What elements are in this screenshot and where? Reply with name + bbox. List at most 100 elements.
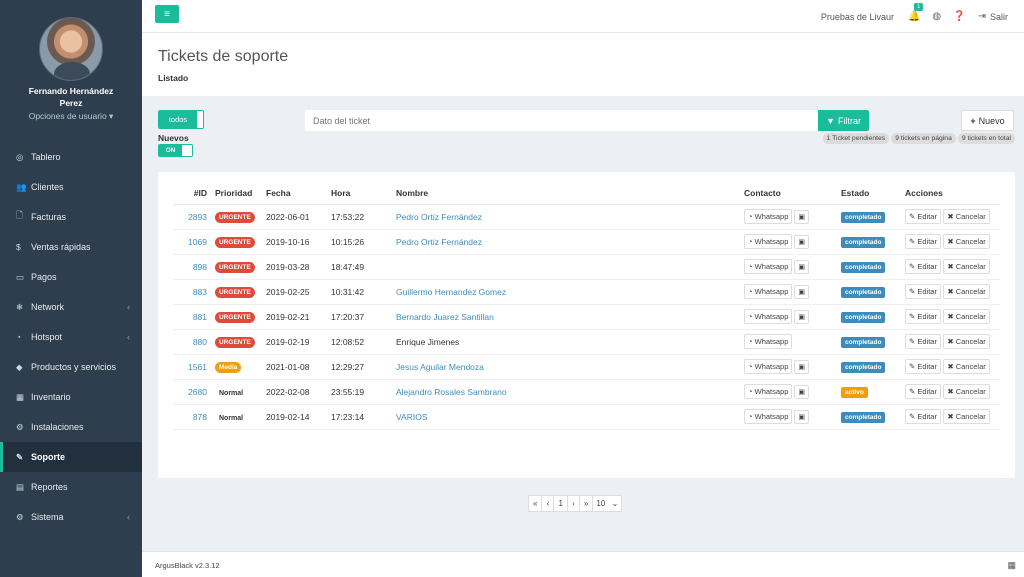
ticket-id-link[interactable]: 880 xyxy=(173,329,215,355)
organization-name[interactable]: Pruebas de Livaur xyxy=(821,12,894,22)
sidebar-item-pagos[interactable]: ▭ Pagos xyxy=(0,262,142,292)
help-icon[interactable]: ❓ xyxy=(953,11,965,22)
sidebar-item-inventario[interactable]: ▦ Inventario xyxy=(0,382,142,412)
id-card-icon[interactable]: ▣ xyxy=(794,385,810,399)
whatsapp-button[interactable]: ◔ Whatsapp xyxy=(744,284,793,299)
cancel-button[interactable]: ✖ Cancelar xyxy=(943,359,990,374)
cancel-button[interactable]: ✖ Cancelar xyxy=(943,209,990,224)
priority-badge: Normal xyxy=(219,389,244,397)
ticket-id-link[interactable]: 1561 xyxy=(173,354,215,380)
ticket-time: 18:47:49 xyxy=(331,254,396,280)
ticket-id-link[interactable]: 1069 xyxy=(173,229,215,255)
bell-icon[interactable]: 🔔 1 xyxy=(908,3,924,22)
header-name[interactable]: Nombre xyxy=(396,182,744,205)
whatsapp-button[interactable]: ◔ Whatsapp xyxy=(744,234,793,249)
cancel-button[interactable]: ✖ Cancelar xyxy=(943,259,990,274)
edit-button[interactable]: ✎ Editar xyxy=(905,209,941,224)
whatsapp-button[interactable]: ◔ Whatsapp xyxy=(744,359,793,374)
cancel-button[interactable]: ✖ Cancelar xyxy=(943,384,990,399)
cancel-label: Cancelar xyxy=(955,387,986,396)
header-time[interactable]: Hora xyxy=(331,182,396,205)
edit-button[interactable]: ✎ Editar xyxy=(905,384,941,399)
ticket-id-link[interactable]: 898 xyxy=(173,254,215,280)
avatar[interactable] xyxy=(39,17,103,81)
sidebar-item-facturas[interactable]: 🗋 Facturas xyxy=(0,202,142,232)
todos-toggle[interactable]: todos xyxy=(158,110,204,129)
new-ticket-button[interactable]: + Nuevo xyxy=(961,110,1014,131)
edit-button[interactable]: ✎ Editar xyxy=(905,259,941,274)
edit-button[interactable]: ✎ Editar xyxy=(905,309,941,324)
whatsapp-label: Whatsapp xyxy=(754,212,789,221)
header-priority[interactable]: Prioridad xyxy=(215,182,266,205)
client-name-link[interactable]: Alejandro Rosales Sambrano xyxy=(396,379,744,405)
client-name-link[interactable]: Jesus Aguilar Mendoza xyxy=(396,354,744,380)
sidebar-item-hotspot[interactable]: ◔ Hotspot ‹ xyxy=(0,322,142,352)
filter-button[interactable]: ▼ Filtrar xyxy=(818,110,869,131)
sidebar-item-clientes[interactable]: 👥 Clientes xyxy=(0,172,142,202)
edit-button[interactable]: ✎ Editar xyxy=(905,334,941,349)
edit-label: Editar xyxy=(917,312,937,321)
page-last-button[interactable]: » xyxy=(578,495,594,512)
calculator-icon[interactable]: ▦ xyxy=(1007,560,1016,571)
ticket-date: 2019-02-21 xyxy=(266,304,331,330)
cancel-button[interactable]: ✖ Cancelar xyxy=(943,409,990,424)
logout-link[interactable]: Salir xyxy=(990,12,1008,22)
client-name-link[interactable]: Guillermo Hernandez Gomez xyxy=(396,279,744,305)
sidebar-item-soporte[interactable]: ✎ Soporte xyxy=(0,442,142,472)
cancel-button[interactable]: ✖ Cancelar xyxy=(943,334,990,349)
sidebar-item-reportes[interactable]: ▤ Reportes xyxy=(0,472,142,502)
ticket-id-link[interactable]: 883 xyxy=(173,279,215,305)
sidebar-item-label: Network xyxy=(31,302,65,312)
whatsapp-button[interactable]: ◔ Whatsapp xyxy=(744,209,793,224)
whatsapp-button[interactable]: ◔ Whatsapp xyxy=(744,309,793,324)
header-date[interactable]: Fecha xyxy=(266,182,331,205)
client-name-link[interactable]: Pedro Ortiz Fernández xyxy=(396,204,744,230)
user-options-dropdown[interactable]: Opciones de usuario ▾ xyxy=(0,111,142,122)
whatsapp-button[interactable]: ◔ Whatsapp xyxy=(744,384,793,399)
per-page-select[interactable]: 10 ⌄ xyxy=(592,495,623,512)
whatsapp-button[interactable]: ◔ Whatsapp xyxy=(744,409,793,424)
header-status[interactable]: Estado xyxy=(841,182,905,205)
logout-icon[interactable]: ⇥ xyxy=(978,11,986,22)
id-card-icon[interactable]: ▣ xyxy=(794,260,810,274)
edit-button[interactable]: ✎ Editar xyxy=(905,284,941,299)
page-current[interactable]: 1 xyxy=(553,495,568,512)
menu-toggle-button[interactable]: ≡ xyxy=(155,5,179,23)
ticket-id-link[interactable]: 2680 xyxy=(173,379,215,405)
id-card-icon[interactable]: ▣ xyxy=(794,235,810,249)
id-card-icon[interactable]: ▣ xyxy=(794,410,810,424)
id-card-icon[interactable]: ▣ xyxy=(794,285,810,299)
ticket-id-link[interactable]: 878 xyxy=(173,404,215,430)
globe-icon[interactable]: ◍ xyxy=(932,11,941,22)
sidebar-item-sistema[interactable]: ⚙ Sistema ‹ xyxy=(0,502,142,532)
edit-button[interactable]: ✎ Editar xyxy=(905,409,941,424)
page-first-button[interactable]: « xyxy=(528,495,543,512)
ticket-time: 12:08:52 xyxy=(331,329,396,355)
whatsapp-button[interactable]: ◔ Whatsapp xyxy=(744,259,793,274)
ticket-date: 2019-02-14 xyxy=(266,404,331,430)
status-badge: completado xyxy=(841,236,886,248)
tickets-card: #ID Prioridad Fecha Hora Nombre Contacto… xyxy=(158,172,1015,478)
id-card-icon[interactable]: ▣ xyxy=(794,310,810,324)
ticket-id-link[interactable]: 2893 xyxy=(173,204,215,230)
client-name-link[interactable]: Bernardo Juarez Santillan xyxy=(396,304,744,330)
id-card-icon[interactable]: ▣ xyxy=(794,360,810,374)
sidebar-item-instalaciones[interactable]: ⚙ Instalaciones xyxy=(0,412,142,442)
id-card-icon[interactable]: ▣ xyxy=(794,210,810,224)
edit-button[interactable]: ✎ Editar xyxy=(905,234,941,249)
cancel-button[interactable]: ✖ Cancelar xyxy=(943,284,990,299)
ticket-search-input[interactable] xyxy=(305,110,819,131)
sidebar-item-network[interactable]: ❄ Network ‹ xyxy=(0,292,142,322)
ticket-id-link[interactable]: 881 xyxy=(173,304,215,330)
cancel-button[interactable]: ✖ Cancelar xyxy=(943,234,990,249)
sidebar-item-ventas-rápidas[interactable]: $ Ventas rápidas xyxy=(0,232,142,262)
sidebar-item-tablero[interactable]: ◎ Tablero xyxy=(0,142,142,172)
cancel-button[interactable]: ✖ Cancelar xyxy=(943,309,990,324)
whatsapp-button[interactable]: ◔ Whatsapp xyxy=(744,334,793,349)
edit-button[interactable]: ✎ Editar xyxy=(905,359,941,374)
client-name-link[interactable]: Pedro Ortiz Fernández xyxy=(396,229,744,255)
nuevos-toggle[interactable]: ON xyxy=(158,144,193,157)
header-id[interactable]: #ID xyxy=(173,182,215,205)
sidebar-item-productos-y-servicios[interactable]: ◆ Productos y servicios xyxy=(0,352,142,382)
client-name-link[interactable]: VARIOS xyxy=(396,404,744,430)
